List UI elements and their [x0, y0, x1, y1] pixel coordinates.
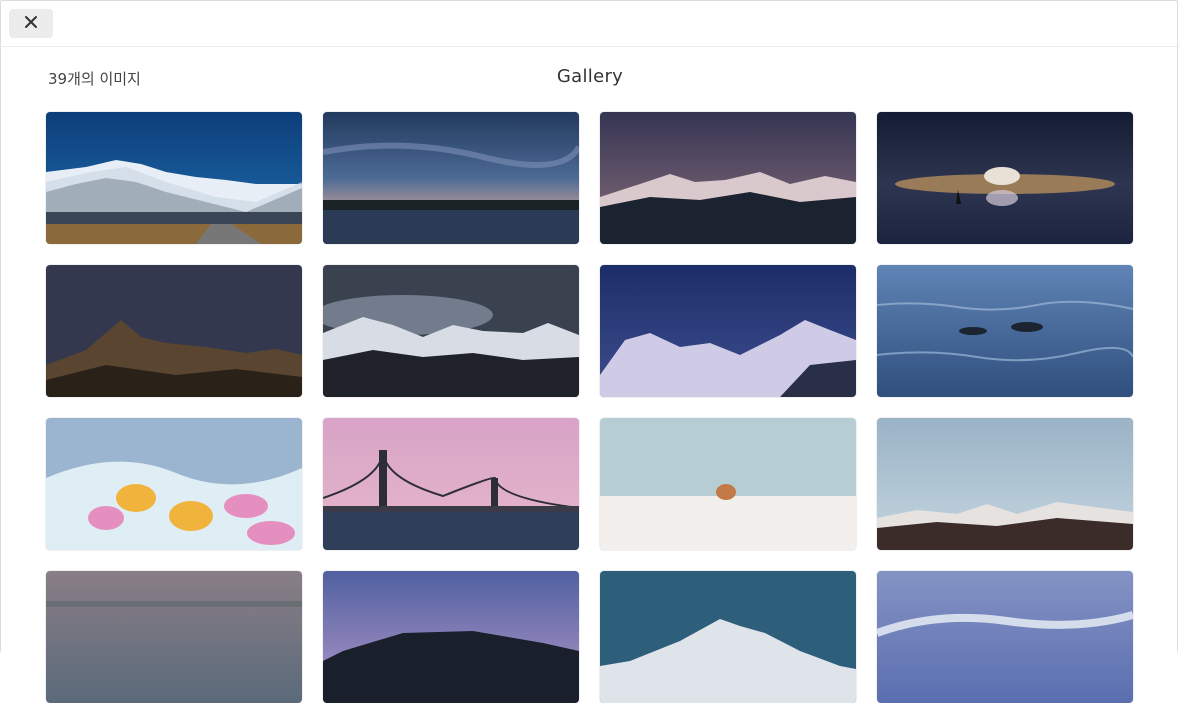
gallery-image-1[interactable]	[46, 112, 302, 244]
gallery-image-6[interactable]	[323, 265, 579, 397]
gallery-image-2[interactable]	[323, 112, 579, 244]
gallery-image-9[interactable]	[46, 418, 302, 550]
gallery-image-15[interactable]	[600, 571, 856, 703]
gallery-image-13[interactable]	[46, 571, 302, 703]
gallery-image-14[interactable]	[323, 571, 579, 703]
gallery-image-7[interactable]	[600, 265, 856, 397]
close-icon	[24, 14, 38, 33]
image-grid	[46, 112, 1134, 703]
gallery-image-10[interactable]	[323, 418, 579, 550]
gallery-image-11[interactable]	[600, 418, 856, 550]
gallery-image-4[interactable]	[877, 112, 1133, 244]
close-button[interactable]	[9, 9, 53, 38]
gallery-image-12[interactable]	[877, 418, 1133, 550]
gallery-image-8[interactable]	[877, 265, 1133, 397]
gallery-image-16[interactable]	[877, 571, 1133, 703]
gallery-image-3[interactable]	[600, 112, 856, 244]
top-bar	[0, 0, 1180, 47]
page-title: Gallery	[556, 66, 624, 87]
gallery-image-5[interactable]	[46, 265, 302, 397]
